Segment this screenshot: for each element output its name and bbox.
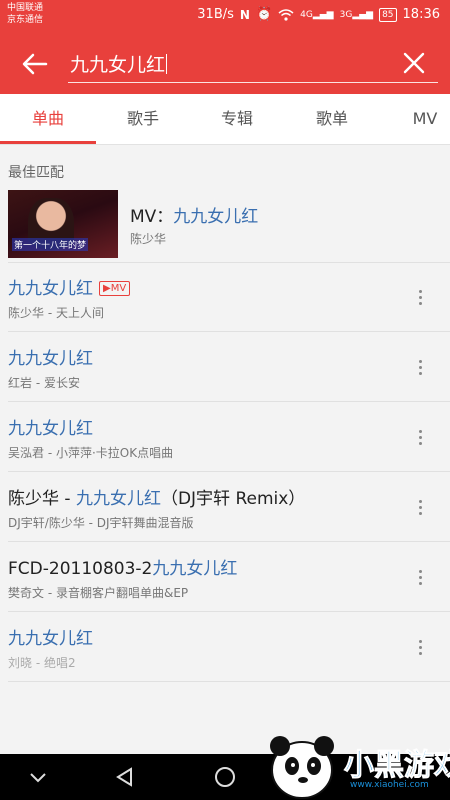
song-subtitle: 陈少华 - 天上人间 bbox=[8, 306, 104, 320]
tab-playlists[interactable]: 歌单 bbox=[284, 94, 380, 144]
circle-home-icon bbox=[215, 767, 235, 787]
status-bar: 中国联通 京东通信 31B/s N ⏰ 4G▂▄▆ 3G▂▄▆ 85 18:36 bbox=[0, 0, 450, 32]
status-indicators: 31B/s N ⏰ 4G▂▄▆ 3G▂▄▆ 85 18:36 bbox=[197, 7, 440, 22]
carrier-2: 京东通信 bbox=[7, 15, 44, 25]
tab-songs[interactable]: 单曲 bbox=[0, 94, 96, 144]
hide-nav-button[interactable] bbox=[25, 764, 51, 790]
song-subtitle: 吴泓君 - 小萍萍·卡拉OK点唱曲 bbox=[8, 446, 174, 460]
tab-albums[interactable]: 专辑 bbox=[190, 94, 284, 144]
song-title: 九九女儿红 bbox=[8, 419, 93, 439]
song-row[interactable]: 九九女儿红 吴泓君 - 小萍萍·卡拉OK点唱曲 bbox=[0, 402, 450, 472]
alarm-icon: ⏰ bbox=[255, 7, 273, 22]
nfc-icon: N bbox=[239, 7, 250, 22]
song-row[interactable]: 九九女儿红 ▶MV 陈少华 - 天上人间 bbox=[0, 262, 450, 332]
network-speed: 31B/s bbox=[197, 7, 234, 22]
watermark-logo: 小黑游戏 www.xiaohei.com bbox=[260, 726, 450, 800]
arrow-left-icon bbox=[22, 53, 48, 75]
panda-mascot-icon bbox=[270, 736, 334, 799]
song-row[interactable]: 九九女儿红 刘晓 - 绝唱2 bbox=[0, 612, 450, 682]
song-subtitle: DJ宇轩/陈少华 - DJ宇轩舞曲混音版 bbox=[8, 516, 194, 530]
search-input[interactable]: 九九女儿红 bbox=[68, 46, 438, 83]
more-options-button[interactable] bbox=[410, 288, 430, 308]
more-options-button[interactable] bbox=[410, 568, 430, 588]
watermark-text: 小黑游戏 bbox=[344, 748, 450, 784]
search-query[interactable]: 九九女儿红 bbox=[70, 50, 168, 77]
tab-artists[interactable]: 歌手 bbox=[96, 94, 190, 144]
mv-thumbnail: 第一个十八年的梦 bbox=[8, 190, 118, 258]
active-tab-indicator bbox=[0, 141, 96, 144]
chevron-down-icon bbox=[30, 773, 46, 783]
song-title: 九九女儿红 bbox=[8, 349, 93, 369]
watermark-url: www.xiaohei.com bbox=[350, 780, 429, 790]
song-subtitle: 红岩 - 爱长安 bbox=[8, 376, 80, 390]
home-nav-button[interactable] bbox=[212, 764, 238, 790]
best-match-label: 最佳匹配 bbox=[8, 165, 64, 181]
search-header: 九九女儿红 bbox=[0, 32, 450, 94]
text-cursor bbox=[166, 54, 168, 74]
song-title: FCD-20110803-2九九女儿红 bbox=[8, 559, 238, 579]
more-options-button[interactable] bbox=[410, 498, 430, 518]
song-title: 九九女儿红 bbox=[8, 629, 93, 649]
close-icon bbox=[403, 52, 425, 74]
divider bbox=[8, 681, 450, 682]
carrier-1: 中国联通 bbox=[7, 3, 44, 13]
best-match-item[interactable]: 第一个十八年的梦 MV：九九女儿红 陈少华 bbox=[0, 186, 450, 262]
song-row[interactable]: 九九女儿红 红岩 - 爱长安 bbox=[0, 332, 450, 402]
result-tabs: 单曲 歌手 专辑 歌单 MV bbox=[0, 94, 450, 145]
more-options-button[interactable] bbox=[410, 428, 430, 448]
clock: 18:36 bbox=[402, 7, 440, 22]
song-row[interactable]: FCD-20110803-2九九女儿红 樊奇文 - 录音棚客户翻唱单曲&EP bbox=[0, 542, 450, 612]
signal-4g-icon: 4G▂▄▆ bbox=[300, 9, 334, 20]
triangle-back-icon bbox=[116, 767, 132, 787]
more-options-button[interactable] bbox=[410, 638, 430, 658]
song-subtitle: 刘晓 - 绝唱2 bbox=[8, 656, 76, 670]
clear-search-button[interactable] bbox=[402, 51, 426, 75]
back-nav-button[interactable] bbox=[112, 764, 138, 790]
wifi-icon bbox=[278, 8, 294, 21]
song-row[interactable]: 陈少华 - 九九女儿红（DJ宇轩 Remix） DJ宇轩/陈少华 - DJ宇轩舞… bbox=[0, 472, 450, 542]
back-button[interactable] bbox=[20, 49, 50, 79]
more-options-button[interactable] bbox=[410, 358, 430, 378]
song-title: 陈少华 - 九九女儿红（DJ宇轩 Remix） bbox=[8, 489, 306, 509]
tab-mv[interactable]: MV bbox=[390, 94, 450, 144]
battery-icon: 85 bbox=[379, 7, 397, 22]
best-match-artist: 陈少华 bbox=[130, 232, 167, 246]
thumbnail-caption: 第一个十八年的梦 bbox=[12, 238, 89, 251]
song-subtitle: 樊奇文 - 录音棚客户翻唱单曲&EP bbox=[8, 586, 189, 600]
mv-badge[interactable]: ▶MV bbox=[99, 281, 131, 296]
best-match-title: MV：九九女儿红 bbox=[130, 207, 259, 227]
carrier-info: 中国联通 京东通信 bbox=[7, 2, 43, 26]
signal-3g-icon: 3G▂▄▆ bbox=[339, 9, 374, 20]
song-title: 九九女儿红 ▶MV bbox=[8, 274, 131, 299]
